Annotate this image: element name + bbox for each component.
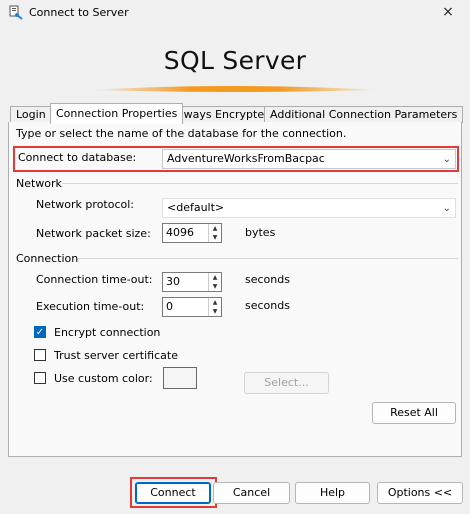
help-button[interactable]: Help: [295, 482, 370, 504]
close-icon[interactable]: ×: [436, 4, 460, 22]
protocol-combobox[interactable]: <default> ⌄: [162, 198, 456, 218]
trust-server-certificate-label[interactable]: Trust server certificate: [54, 349, 178, 362]
spin-down-icon[interactable]: ▼: [209, 282, 221, 291]
tab-login[interactable]: Login: [10, 106, 52, 123]
swoosh-decoration: [90, 86, 380, 92]
reset-all-button[interactable]: Reset All: [372, 402, 456, 424]
connection-timeout-value: 30: [166, 275, 180, 288]
packet-size-unit: bytes: [245, 226, 276, 239]
execution-timeout-label: Execution time-out:: [36, 300, 145, 313]
encrypt-connection-label[interactable]: Encrypt connection: [54, 326, 160, 339]
spin-up-icon[interactable]: ▲: [209, 224, 221, 233]
encrypt-connection-checkbox[interactable]: ✓: [34, 326, 46, 338]
database-label: Connect to database:: [18, 151, 137, 164]
tab-connection-properties[interactable]: Connection Properties: [50, 103, 184, 124]
connection-group-label: Connection: [16, 252, 79, 265]
database-combobox[interactable]: AdventureWorksFromBacpac ⌄: [162, 149, 456, 169]
connection-timeout-stepper[interactable]: 30 ▲ ▼: [162, 272, 222, 292]
spin-down-icon[interactable]: ▼: [209, 307, 221, 316]
connect-button[interactable]: Connect: [135, 482, 211, 504]
product-title: SQL Server: [163, 46, 307, 75]
spin-down-icon[interactable]: ▼: [209, 233, 221, 242]
server-app-icon: [9, 5, 23, 20]
trust-server-certificate-checkbox[interactable]: [34, 349, 46, 361]
window-title: Connect to Server: [29, 6, 129, 19]
options-button[interactable]: Options <<: [377, 482, 463, 504]
execution-timeout-value: 0: [166, 300, 173, 313]
chevron-down-icon[interactable]: ⌄: [443, 151, 451, 169]
packet-size-value: 4096: [166, 226, 194, 239]
color-swatch[interactable]: [163, 367, 197, 389]
connection-divider: [78, 258, 458, 259]
database-value: AdventureWorksFromBacpac: [167, 152, 325, 165]
connection-timeout-unit: seconds: [245, 273, 290, 286]
instructions-text: Type or select the name of the database …: [16, 127, 347, 140]
spin-buttons[interactable]: ▲ ▼: [208, 298, 221, 316]
execution-timeout-unit: seconds: [245, 299, 290, 312]
connection-timeout-label: Connection time-out:: [36, 273, 153, 286]
tab-additional-connection-parameters[interactable]: Additional Connection Parameters: [264, 106, 464, 123]
tab-always-encrypted[interactable]: Always Encrypted: [167, 106, 278, 123]
packet-size-label: Network packet size:: [36, 227, 151, 240]
custom-color-checkbox[interactable]: [34, 372, 46, 384]
spin-buttons[interactable]: ▲ ▼: [208, 224, 221, 242]
chevron-down-icon[interactable]: ⌄: [443, 200, 451, 218]
network-group-label: Network: [16, 177, 62, 190]
spin-up-icon[interactable]: ▲: [209, 273, 221, 282]
custom-color-label[interactable]: Use custom color:: [54, 372, 153, 385]
cancel-button[interactable]: Cancel: [213, 482, 290, 504]
network-divider: [62, 183, 458, 184]
spin-up-icon[interactable]: ▲: [209, 298, 221, 307]
execution-timeout-stepper[interactable]: 0 ▲ ▼: [162, 297, 222, 317]
packet-size-stepper[interactable]: 4096 ▲ ▼: [162, 223, 222, 243]
protocol-value: <default>: [167, 201, 225, 214]
spin-buttons[interactable]: ▲ ▼: [208, 273, 221, 291]
select-color-button[interactable]: Select...: [244, 372, 329, 394]
protocol-label: Network protocol:: [36, 198, 135, 211]
